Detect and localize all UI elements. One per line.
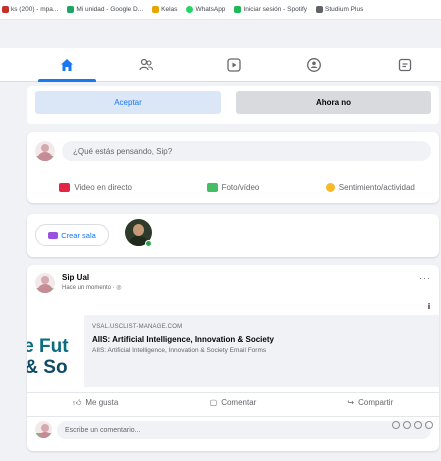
- avatar[interactable]: [35, 421, 52, 438]
- video-camera-icon: [48, 231, 59, 239]
- avatar-head: [41, 276, 49, 284]
- live-video-label: Video en directo: [74, 182, 132, 192]
- link-title: AIIS: Artificial Intelligence, Innovatio…: [92, 335, 274, 344]
- like-label: Me gusta: [85, 398, 119, 407]
- create-room-button[interactable]: Crear sala: [35, 224, 109, 246]
- smiley-icon: [325, 182, 335, 192]
- bookmark-item[interactable]: Kelas: [152, 6, 177, 13]
- live-video-button[interactable]: Video en directo: [27, 177, 164, 197]
- nav-groups[interactable]: [279, 48, 349, 82]
- rooms-card: Crear sala: [27, 214, 439, 257]
- comment-label: Comentar: [221, 398, 257, 407]
- not-now-button[interactable]: Ahora no: [236, 91, 431, 114]
- like-button[interactable]: 👍︎ Me gusta: [27, 393, 164, 412]
- bookmark-favicon-icon: [316, 6, 324, 13]
- status-input[interactable]: ¿Qué estás pensando, Sip?: [62, 141, 431, 161]
- bookmark-item[interactable]: Iniciar sesión - Spotify: [234, 6, 307, 13]
- bookmark-item[interactable]: Studium Plus: [316, 6, 363, 13]
- bookmark-favicon-icon: [152, 6, 160, 13]
- banner-text-line-2: AI & So: [27, 357, 68, 378]
- avatar-head: [41, 144, 49, 152]
- post-author-name[interactable]: Sip Ual: [62, 273, 89, 282]
- accept-button[interactable]: Aceptar: [35, 91, 221, 114]
- home-icon: [61, 59, 73, 71]
- comment-placeholder: Escribe un comentario...: [65, 426, 141, 434]
- comment-button[interactable]: ▢ Comentar: [164, 393, 301, 412]
- thumbs-up-icon: 👍︎: [73, 397, 82, 407]
- share-button[interactable]: ↪ Compartir: [302, 393, 439, 412]
- bookmark-label: Kelas: [161, 6, 178, 13]
- bookmark-label: ks (200) - mpa...: [11, 6, 59, 13]
- consent-banner: Aceptar Ahora no: [27, 86, 439, 124]
- emoji-icon[interactable]: [392, 421, 400, 429]
- feeling-activity-label: Sentimiento/actividad: [338, 182, 415, 192]
- nav-friends[interactable]: [111, 48, 181, 82]
- bookmarks-bar: ks (200) - mpa... Mi unidad - Google D..…: [0, 0, 441, 20]
- avatar-body: [37, 284, 53, 293]
- bookmark-label: Studium Plus: [325, 6, 364, 13]
- avatar[interactable]: [35, 141, 55, 161]
- feeling-activity-button[interactable]: Sentimiento/actividad: [302, 177, 439, 197]
- post-author-avatar[interactable]: [35, 273, 55, 293]
- link-domain: VSAL.USCLIST-MANAGE.COM: [92, 324, 183, 330]
- post-card: Sip Ual Hace un momento · ◎ ··· The Fut …: [27, 265, 439, 451]
- bookmark-item[interactable]: ks (200) - mpa...: [2, 6, 58, 13]
- top-navbar: [0, 48, 441, 82]
- post-composer: ¿Qué estás pensando, Sip? Video en direc…: [27, 132, 439, 203]
- nav-gaming[interactable]: [370, 48, 440, 82]
- comment-input[interactable]: Escribe un comentario...: [57, 421, 431, 439]
- photo-icon: [206, 182, 218, 192]
- avatar-body: [37, 152, 53, 161]
- share-icon: ↪: [347, 398, 355, 407]
- groups-icon: [307, 58, 321, 72]
- bookmark-favicon-icon: [67, 6, 75, 13]
- nav-home[interactable]: [32, 48, 102, 82]
- composer-actions: Video en directo Foto/vídeo Sentimiento/…: [27, 177, 439, 197]
- sticker-icon[interactable]: [425, 421, 433, 429]
- watch-icon: [227, 58, 241, 72]
- bookmark-label: Mi unidad - Google D...: [76, 6, 144, 13]
- post-timestamp[interactable]: Hace un momento · ◎: [62, 284, 122, 291]
- banner-text-line-1: The Fut: [27, 336, 69, 357]
- info-icon[interactable]: i: [425, 302, 433, 312]
- nav-watch[interactable]: [199, 48, 269, 82]
- gaming-icon: [398, 58, 412, 72]
- photo-video-label: Foto/vídeo: [221, 182, 260, 192]
- comment-tools: [392, 421, 433, 429]
- comment-icon: ▢: [209, 398, 218, 407]
- comment-composer: Escribe un comentario...: [27, 416, 439, 442]
- link-description: AIIS: Artificial Intelligence, Innovatio…: [92, 347, 267, 354]
- avatar-body: [37, 432, 52, 438]
- live-video-icon: [59, 182, 71, 192]
- post-actions: 👍︎ Me gusta ▢ Comentar ↪ Compartir: [27, 392, 439, 412]
- post-time-label: Hace un momento ·: [62, 285, 117, 291]
- bookmark-item[interactable]: WhatsApp: [186, 6, 225, 13]
- bookmark-favicon-icon: [234, 6, 242, 13]
- post-more-button[interactable]: ···: [419, 273, 431, 283]
- friends-icon: [139, 58, 154, 71]
- gif-icon[interactable]: [414, 421, 422, 429]
- create-room-label: Crear sala: [61, 230, 96, 240]
- share-label: Compartir: [358, 398, 394, 407]
- bookmark-item[interactable]: Mi unidad - Google D...: [67, 6, 143, 13]
- contact-avatar-face: [133, 224, 144, 236]
- avatar-head: [41, 424, 49, 432]
- bookmark-favicon-icon: [186, 6, 194, 13]
- link-preview[interactable]: The Fut AI & So i VSAL.USCLIST-MANAGE.CO…: [27, 299, 439, 387]
- bookmark-label: WhatsApp: [195, 6, 226, 13]
- bookmark-favicon-icon: [2, 6, 9, 13]
- globe-icon: ◎: [116, 285, 122, 291]
- photo-video-button[interactable]: Foto/vídeo: [164, 177, 301, 197]
- link-preview-details: VSAL.USCLIST-MANAGE.COM AIIS: Artificial…: [84, 315, 439, 387]
- camera-icon[interactable]: [403, 421, 411, 429]
- online-status-icon: [145, 240, 152, 247]
- bookmark-label: Iniciar sesión - Spotify: [243, 6, 308, 13]
